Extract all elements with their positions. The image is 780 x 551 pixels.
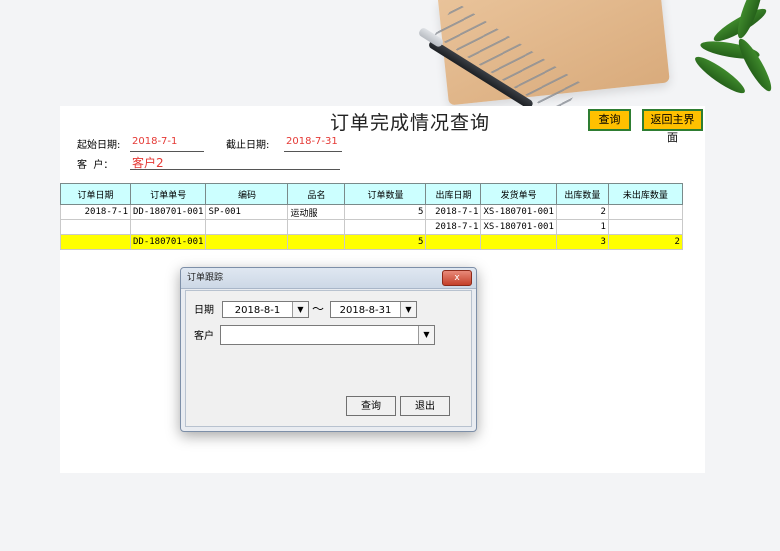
cell (129, 219, 207, 235)
cell: 1 (555, 219, 609, 235)
chevron-down-icon[interactable]: ▼ (292, 302, 308, 317)
customer-label: 客 户： (77, 160, 114, 171)
date-label: 日期 (194, 305, 214, 316)
cell: DD-180701-001 (129, 204, 207, 220)
customer-label: 客户 (194, 331, 214, 342)
dialog-exit-button[interactable]: 退出 (400, 396, 450, 416)
cell (60, 219, 131, 235)
query-button[interactable]: 查询 (588, 109, 631, 131)
table-total-row: DD-180701-001 5 3 2 (60, 234, 683, 250)
date-from-value: 2018-8-1 (234, 305, 281, 316)
dialog-title: 订单跟踪 (187, 273, 224, 283)
dialog-query-button[interactable]: 查询 (346, 396, 396, 416)
table-row: 2018-7-1 DD-180701-001 SP-001 运动服 5 2018… (60, 204, 683, 220)
start-date-value[interactable]: 2018-7-1 (130, 136, 204, 152)
cell: 运动服 (287, 204, 346, 220)
col-order-date: 订单日期 (60, 183, 131, 205)
cell: 5 (344, 234, 427, 250)
col-order-qty: 订单数量 (344, 183, 427, 205)
cell (205, 219, 289, 235)
cell: 2 (607, 234, 683, 250)
range-tilde: ～ (312, 302, 325, 316)
date-to-value: 2018-8-31 (339, 305, 392, 316)
date-to-select[interactable]: 2018-8-31 ▼ (330, 301, 417, 318)
table-row: 2018-7-1 XS-180701-001 1 (60, 219, 683, 235)
cell (287, 234, 346, 250)
col-ship-qty: 出库数量 (555, 183, 609, 205)
customer-select[interactable]: ▼ (220, 325, 435, 345)
cell (344, 219, 427, 235)
date-from-select[interactable]: 2018-8-1 ▼ (222, 301, 309, 318)
cell (287, 219, 346, 235)
plant-decoration (670, 0, 780, 98)
col-ship-date: 出库日期 (425, 183, 482, 205)
cell: XS-180701-001 (480, 219, 557, 235)
page-title: 订单完成情况查询 (330, 112, 491, 134)
cell: 2018-7-1 (425, 204, 482, 220)
cell: DD-180701-001 (129, 234, 207, 250)
cell (60, 234, 131, 250)
col-unshipped-qty: 未出库数量 (607, 183, 683, 205)
start-date-label: 起始日期: (77, 140, 121, 151)
col-ship-no: 发货单号 (480, 183, 557, 205)
cell: XS-180701-001 (480, 204, 557, 220)
home-button[interactable]: 返回主界面 (642, 109, 703, 144)
col-product-name: 品名 (287, 183, 346, 205)
cell (480, 234, 557, 250)
dialog-title-bar[interactable]: 订单跟踪 x (181, 268, 476, 289)
order-table: 订单日期 订单单号 编码 品名 订单数量 出库日期 发货单号 出库数量 未出库数… (60, 183, 683, 250)
dialog-body: 日期 2018-8-1 ▼ ～ 2018-8-31 ▼ 客户 ▼ 查询 退出 (185, 290, 472, 427)
cell (607, 204, 683, 220)
cell: 3 (555, 234, 609, 250)
chevron-down-icon[interactable]: ▼ (400, 302, 416, 317)
cell (425, 234, 482, 250)
end-date-value[interactable]: 2018-7-31 (284, 136, 342, 152)
cell: SP-001 (205, 204, 289, 220)
col-order-no: 订单单号 (129, 183, 207, 205)
end-date-label: 截止日期: (226, 140, 270, 151)
cell (205, 234, 289, 250)
order-tracking-dialog: 订单跟踪 x 日期 2018-8-1 ▼ ～ 2018-8-31 ▼ 客户 ▼ … (180, 267, 477, 432)
table-header-row: 订单日期 订单单号 编码 品名 订单数量 出库日期 发货单号 出库数量 未出库数… (60, 183, 683, 205)
customer-value[interactable]: 客户2 (130, 154, 340, 170)
cell: 2018-7-1 (60, 204, 131, 220)
cell: 2 (555, 204, 609, 220)
cell: 2018-7-1 (425, 219, 482, 235)
cell (607, 219, 683, 235)
chevron-down-icon[interactable]: ▼ (418, 326, 434, 344)
cell: 5 (344, 204, 427, 220)
close-icon[interactable]: x (442, 270, 472, 286)
col-code: 编码 (205, 183, 289, 205)
